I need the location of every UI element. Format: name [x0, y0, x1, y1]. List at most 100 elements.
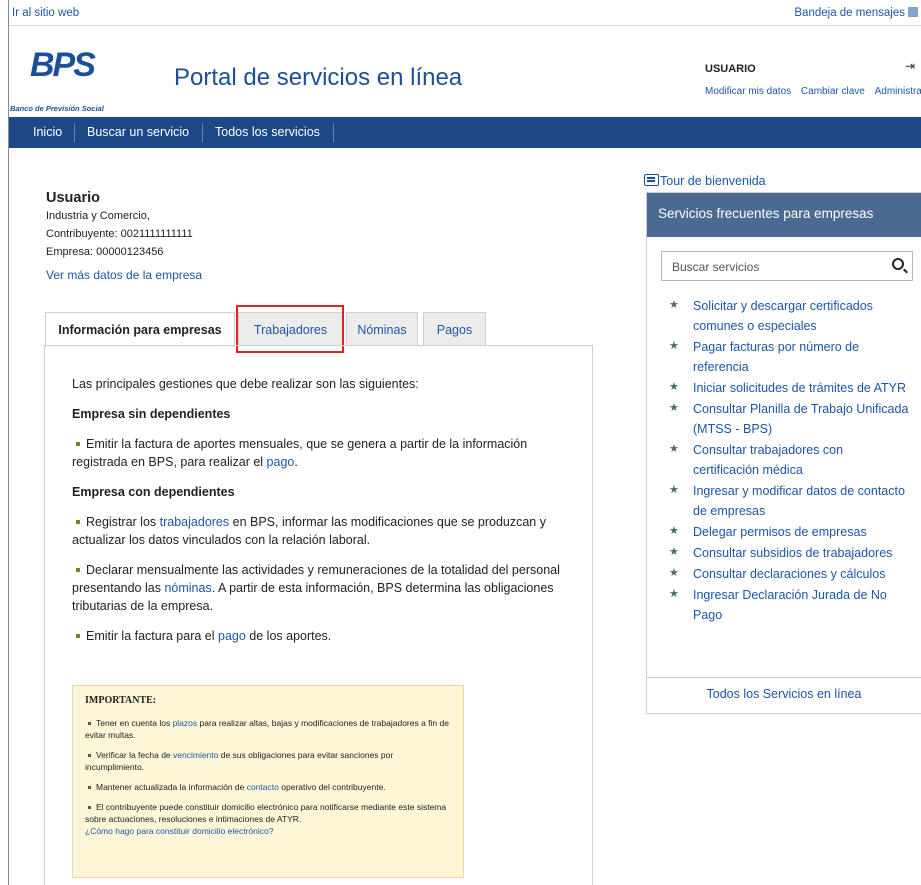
notice-item: Tener en cuenta los plazos para realizar… — [85, 717, 451, 741]
notice-item: Verificar la fecha de vencimiento de sus… — [85, 749, 451, 773]
service-link-label: Solicitar y descargar certificados comun… — [693, 299, 873, 333]
deadlines-link[interactable]: plazos — [173, 718, 198, 728]
bullet-icon — [76, 441, 80, 446]
user-links: Modificar mis datos Cambiar clave Admini… — [705, 86, 921, 97]
service-link-label: Consultar declaraciones y cálculos — [693, 567, 886, 581]
notice-title: IMPORTANTE: — [85, 695, 157, 706]
service-link[interactable]: ★ Consultar Planilla de Trabajo Unificada… — [647, 399, 921, 439]
payrolls-link[interactable]: nóminas — [164, 581, 211, 595]
due-date-link[interactable]: vencimiento — [173, 750, 218, 760]
frequent-services-list: ★ Solicitar y descargar certificados comu… — [647, 296, 921, 626]
pin-icon: ★ — [669, 567, 679, 579]
bullet-icon — [88, 721, 91, 725]
nav-item-search-service[interactable]: Buscar un servicio — [87, 125, 189, 139]
tab-content: Las principales gestiones que debe reali… — [72, 375, 567, 657]
notice-item: Mantener actualizada la información de c… — [85, 781, 451, 793]
payment-link[interactable]: pago — [218, 629, 246, 643]
pin-icon: ★ — [669, 340, 679, 352]
nav-separator — [74, 123, 75, 142]
bullet-item: Emitir la factura para el pago de los ap… — [72, 627, 567, 645]
bullet-text: Emitir la factura para el — [86, 629, 218, 643]
bullet-icon — [88, 753, 91, 757]
search-placeholder: Buscar servicios — [672, 260, 760, 274]
electronic-domicile-link[interactable]: ¿Cómo hago para constituir domicilio ele… — [85, 826, 274, 836]
change-password-link[interactable]: Cambiar clave — [801, 86, 865, 97]
service-link[interactable]: ★ Iniciar solicitudes de trámites de ATYR — [647, 378, 921, 398]
service-link[interactable]: ★ Consultar declaraciones y cálculos — [647, 564, 921, 584]
company-sector: Industria y Comercio, — [46, 210, 150, 222]
tab-payments[interactable]: Pagos — [423, 312, 486, 346]
more-company-data-link[interactable]: Ver más datos de la empresa — [46, 268, 606, 282]
bps-logo[interactable]: BPS — [30, 46, 96, 85]
nav-item-home[interactable]: Inicio — [33, 125, 62, 139]
notice-text: Mantener actualizada la información de — [96, 782, 247, 792]
bullet-text: Emitir la factura de aportes mensuales, … — [72, 437, 528, 469]
bullet-item: Emitir la factura de aportes mensuales, … — [72, 435, 567, 471]
contact-link[interactable]: contacto — [247, 782, 279, 792]
service-link[interactable]: ★ Ingresar y modificar datos de contacto … — [647, 481, 921, 521]
section-heading-with-dependents: Empresa con dependientes — [72, 485, 235, 499]
service-search-input[interactable]: Buscar servicios — [661, 251, 913, 281]
pin-icon: ★ — [669, 525, 679, 537]
pin-icon: ★ — [669, 546, 679, 558]
service-link-label: Iniciar solicitudes de trámites de ATYR — [693, 381, 907, 395]
edit-my-data-link[interactable]: Modificar mis datos — [705, 86, 791, 97]
service-link[interactable]: ★ Pagar facturas por número de referencia — [647, 337, 921, 377]
administration-link[interactable]: Administra — [875, 86, 921, 97]
company-empresa: Empresa: 00000123456 — [46, 246, 164, 258]
pin-icon: ★ — [669, 402, 679, 414]
bullet-text: de los aportes. — [245, 629, 332, 643]
bullet-icon — [76, 567, 80, 572]
service-link[interactable]: ★ Consultar subsidios de trabajadores — [647, 543, 921, 563]
welcome-tour-link[interactable]: Tour de bienvenida — [644, 174, 766, 188]
inbox-label: Bandeja de mensajes — [794, 7, 905, 19]
bullet-item: Registrar los trabajadores en BPS, infor… — [72, 513, 567, 549]
important-notice: IMPORTANTE: Tener en cuenta los plazos p… — [72, 685, 464, 878]
go-to-website-link[interactable]: Ir al sitio web — [12, 7, 79, 19]
pin-icon: ★ — [669, 299, 679, 311]
company-name: Usuario — [46, 190, 100, 206]
bullet-item: Declarar mensualmente las actividades y … — [72, 561, 567, 615]
notice-text: operativo del contribuyente. — [278, 782, 386, 792]
all-online-services-link[interactable]: Todos los Servicios en línea — [647, 677, 921, 713]
search-icon[interactable] — [892, 258, 904, 270]
message-inbox-link[interactable]: Bandeja de mensajes — [794, 7, 918, 19]
service-link-label: Consultar subsidios de trabajadores — [693, 546, 893, 560]
bullet-icon — [88, 785, 91, 789]
tab-payrolls[interactable]: Nóminas — [346, 312, 418, 346]
service-link-label: Delegar permisos de empresas — [693, 525, 867, 539]
main-nav: Inicio Buscar un servicio Todos los serv… — [9, 117, 921, 148]
service-link-label: Pagar facturas por número de referencia — [693, 340, 860, 374]
tour-label: Tour de bienvenida — [660, 174, 766, 188]
service-link[interactable]: ★ Solicitar y descargar certificados comu… — [647, 296, 921, 336]
service-link[interactable]: ★ Ingresar Declaración Jurada de No Pago — [647, 585, 921, 625]
bullet-icon — [88, 805, 91, 809]
bullet-icon — [76, 519, 80, 524]
notice-text: Verificar la fecha de — [96, 750, 174, 760]
user-name: USUARIO — [705, 63, 756, 75]
notice-item: El contribuyente puede constituir domici… — [85, 801, 451, 837]
logout-icon[interactable]: ⇥ — [905, 59, 915, 73]
pin-icon: ★ — [669, 588, 679, 600]
notice-text: Tener en cuenta los — [96, 718, 173, 728]
service-link-label: Consultar Planilla de Trabajo Unificada … — [693, 402, 909, 436]
message-icon — [908, 7, 918, 17]
user-box: USUARIO — [705, 63, 756, 75]
pin-icon: ★ — [669, 443, 679, 455]
service-link-label: Ingresar Declaración Jurada de No Pago — [693, 588, 887, 622]
tab-company-info[interactable]: Información para empresas — [45, 312, 235, 347]
nav-item-all-services[interactable]: Todos los servicios — [215, 125, 320, 139]
top-bar: Ir al sitio web Bandeja de mensajes — [9, 0, 921, 26]
frequent-services-panel: Servicios frecuentes para empresas Busca… — [646, 192, 921, 714]
portal-title: Portal de servicios en línea — [174, 64, 463, 91]
intro-text: Las principales gestiones que debe reali… — [72, 377, 419, 391]
notice-text: El contribuyente puede constituir domici… — [85, 802, 447, 824]
service-link[interactable]: ★ Consultar trabajadores con certificació… — [647, 440, 921, 480]
service-link-label: Ingresar y modificar datos de contacto d… — [693, 484, 905, 518]
bullet-text: Registrar los — [86, 515, 160, 529]
tour-icon — [644, 174, 659, 186]
service-link[interactable]: ★ Delegar permisos de empresas — [647, 522, 921, 542]
payment-link[interactable]: pago — [267, 455, 295, 469]
workers-link[interactable]: trabajadores — [160, 515, 230, 529]
service-link-label: Consultar trabajadores con certificación… — [693, 443, 844, 477]
